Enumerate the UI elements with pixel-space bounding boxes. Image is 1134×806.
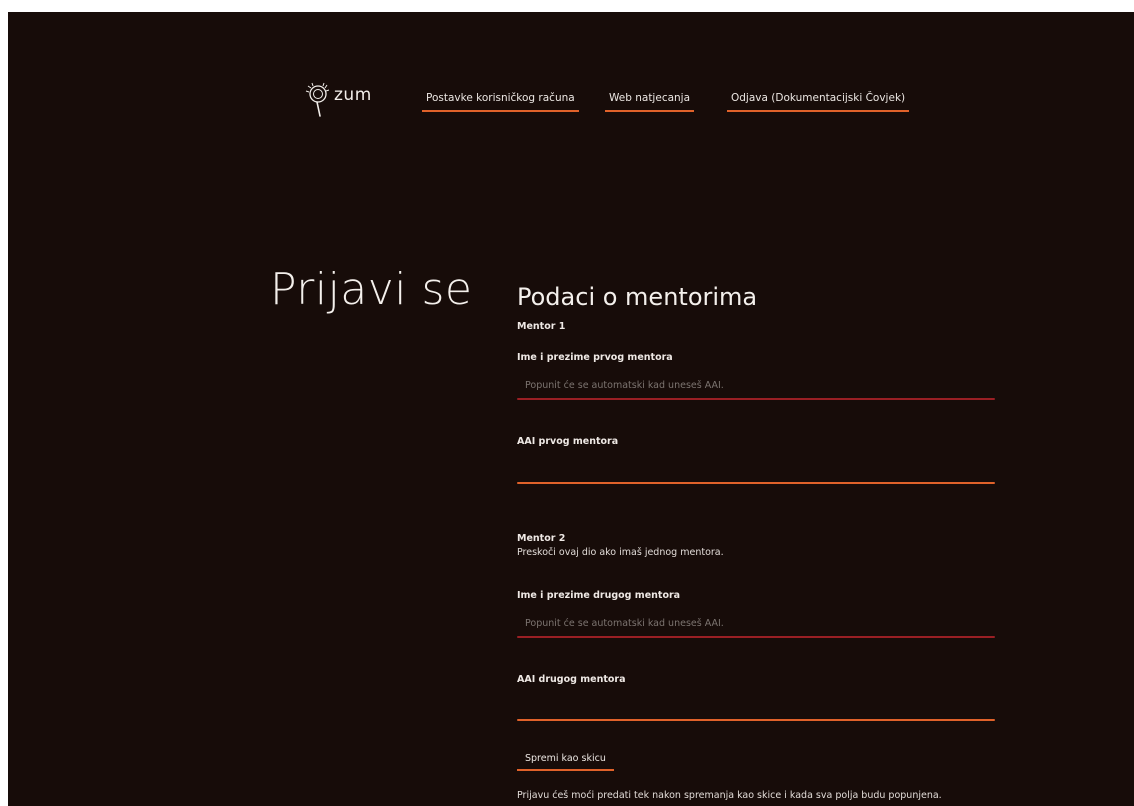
mentor1-aai-label: AAI prvog mentora: [517, 436, 619, 447]
mentor2-heading: Mentor 2: [517, 533, 566, 544]
mentor2-name-field[interactable]: [517, 612, 995, 638]
mentor1-name-input[interactable]: [517, 374, 995, 396]
logo-text[interactable]: zum: [334, 85, 372, 105]
mentor2-aai-underline: [517, 719, 995, 721]
mentor2-aai-label: AAI drugog mentora: [517, 674, 626, 685]
save-draft-button[interactable]: Spremi kao skicu: [517, 753, 614, 771]
submit-note: Prijavu ćeš moći predati tek nakon sprem…: [517, 790, 942, 801]
mentor2-hint: Preskoči ovaj dio ako imaš jednog mentor…: [517, 547, 724, 558]
page-title: Prijavi se: [270, 264, 473, 315]
mentor1-heading: Mentor 1: [517, 321, 566, 332]
page-frame: zum Postavke korisničkog računa Web natj…: [8, 12, 1134, 806]
mentor2-name-underline: [517, 636, 995, 638]
section-title: Podaci o mentorima: [517, 283, 758, 311]
magnifier-icon: [305, 82, 330, 117]
nav-account-settings[interactable]: Postavke korisničkog računa: [422, 92, 579, 112]
mentor1-aai-input[interactable]: [517, 458, 995, 480]
nav-logout[interactable]: Odjava (Dokumentacijski Čovjek): [726, 92, 910, 112]
mentor2-name-input[interactable]: [517, 612, 995, 634]
mentor1-aai-field[interactable]: [517, 458, 995, 484]
mentor2-aai-input[interactable]: [517, 695, 995, 717]
mentor1-name-underline: [517, 398, 995, 400]
mentor2-name-label: Ime i prezime drugog mentora: [517, 590, 681, 601]
mentor2-aai-field[interactable]: [517, 695, 995, 721]
mentor1-name-field[interactable]: [517, 374, 995, 400]
mentor1-name-label: Ime i prezime prvog mentora: [517, 352, 673, 363]
mentor1-aai-underline: [517, 482, 995, 484]
nav-web-competitions[interactable]: Web natjecanja: [604, 92, 695, 112]
